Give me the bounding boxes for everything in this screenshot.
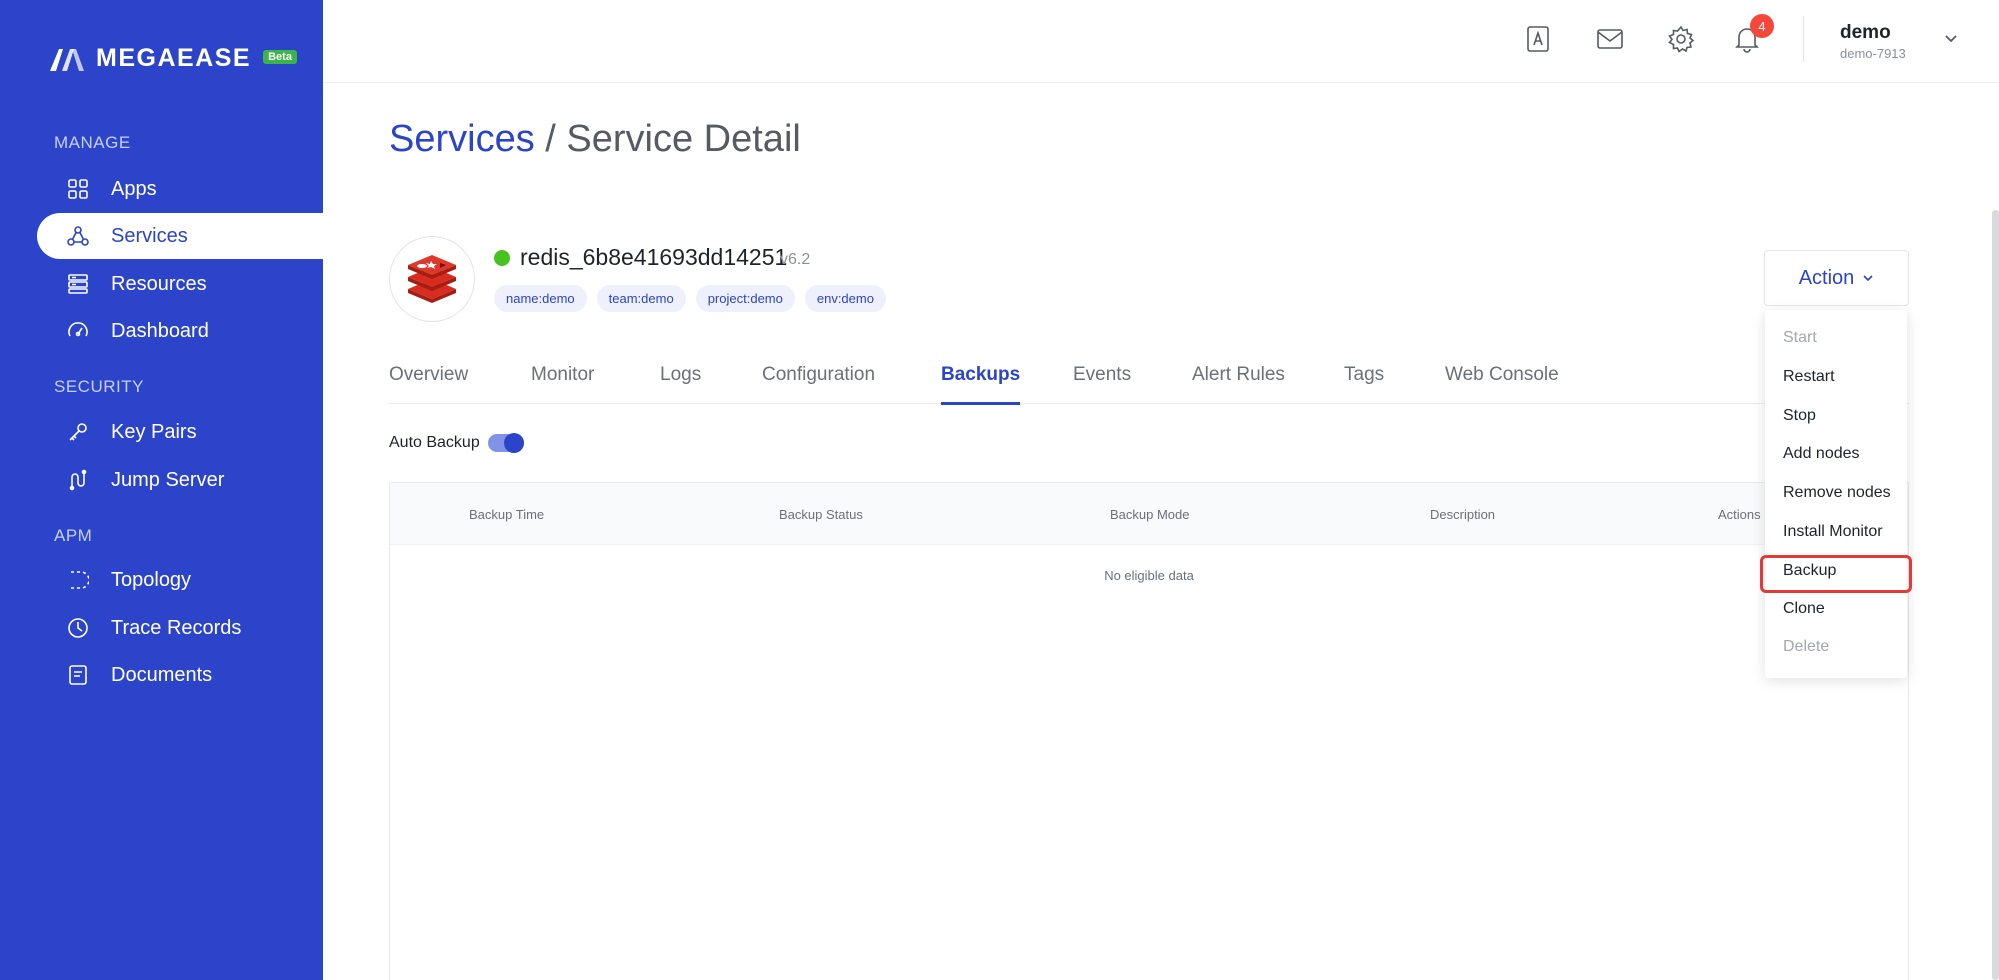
- jump-link-icon: [67, 469, 89, 491]
- tab-monitor[interactable]: Monitor: [531, 364, 594, 404]
- auto-backup-label: Auto Backup: [389, 434, 480, 451]
- service-tag: name:demo: [494, 285, 587, 312]
- services-network-icon: [67, 225, 89, 247]
- beta-badge: Beta: [263, 49, 297, 64]
- empty-state-text: No eligible data: [1104, 568, 1194, 583]
- action-dropdown-button[interactable]: Action: [1764, 250, 1909, 306]
- auto-backup-toggle[interactable]: [488, 433, 524, 453]
- megaease-logo-icon: [50, 48, 84, 71]
- top-header: 4 demo demo-7913: [323, 0, 1999, 83]
- service-status-dot: [494, 250, 510, 266]
- server-stack-icon: [67, 273, 89, 295]
- notification-count-badge: 4: [1750, 14, 1774, 38]
- sidebar-item-label: Key Pairs: [111, 420, 197, 443]
- menu-item-delete: Delete: [1783, 638, 1830, 655]
- header-divider: [1803, 16, 1804, 62]
- document-icon: [67, 664, 89, 686]
- service-tag: team:demo: [596, 285, 686, 312]
- column-actions: Actions: [1718, 507, 1761, 522]
- docs-button[interactable]: [1521, 22, 1555, 56]
- service-version: v6.2: [780, 251, 811, 268]
- brand-name: MEGAEASE: [96, 44, 252, 72]
- chevron-down-icon: [1863, 275, 1873, 282]
- sidebar-item-label: Jump Server: [111, 468, 225, 491]
- sidebar-item-apps[interactable]: Apps: [37, 166, 323, 212]
- menu-item-restart[interactable]: Restart: [1783, 368, 1835, 386]
- document-a-icon: [1527, 26, 1549, 52]
- menu-item-clone[interactable]: Clone: [1783, 600, 1825, 618]
- column-description: Description: [1430, 507, 1496, 522]
- tab-web-console[interactable]: Web Console: [1445, 364, 1559, 404]
- apps-grid-icon: [67, 178, 89, 200]
- notifications-button[interactable]: 4: [1730, 14, 1774, 56]
- tab-configuration[interactable]: Configuration: [762, 364, 875, 404]
- user-menu[interactable]: demo demo-7913: [1840, 22, 1906, 61]
- column-backup-mode: Backup Mode: [1110, 507, 1190, 522]
- tab-backups[interactable]: Backups: [941, 364, 1021, 405]
- brand-logo[interactable]: MEGAEASE Beta: [48, 44, 297, 73]
- key-icon: [67, 421, 89, 443]
- menu-item-add-nodes[interactable]: Add nodes: [1783, 445, 1860, 463]
- sidebar-item-key-pairs[interactable]: Key Pairs: [37, 409, 323, 455]
- sidebar-item-label: Topology: [111, 568, 192, 591]
- messages-button[interactable]: [1593, 22, 1627, 56]
- sidebar-item-label: Services: [111, 224, 188, 247]
- nav-section-manage: MANAGE: [54, 133, 131, 152]
- service-tags: name:demo team:demo project:demo env:dem…: [494, 285, 886, 312]
- sidebar-item-label: Dashboard: [111, 319, 209, 342]
- toggle-knob: [504, 433, 524, 453]
- tab-tags[interactable]: Tags: [1344, 364, 1384, 404]
- nav-section-apm: APM: [54, 526, 93, 545]
- sidebar-item-label: Trace Records: [111, 616, 242, 639]
- topology-icon: [67, 569, 89, 591]
- action-button-label: Action: [1798, 266, 1855, 289]
- chevron-down-icon[interactable]: [1943, 30, 1959, 46]
- sidebar-item-label: Apps: [111, 177, 157, 200]
- page-scrollbar[interactable]: [1992, 210, 1999, 980]
- breadcrumb-separator: /: [534, 118, 567, 160]
- tab-events[interactable]: Events: [1073, 364, 1131, 404]
- table-header: Backup Time Backup Status Backup Mode De…: [390, 483, 1908, 545]
- sidebar-item-label: Resources: [111, 272, 207, 295]
- menu-item-start: Start: [1783, 329, 1817, 346]
- service-tabs: Overview Monitor Logs Configuration Back…: [389, 364, 1909, 405]
- service-tag: project:demo: [695, 285, 795, 312]
- service-avatar: [389, 236, 475, 322]
- gauge-icon: [67, 320, 89, 342]
- redis-logo-icon: [408, 255, 456, 303]
- sidebar-item-label: Documents: [111, 663, 213, 686]
- breadcrumb-services-link[interactable]: Services: [389, 118, 535, 160]
- tab-alert-rules[interactable]: Alert Rules: [1192, 364, 1285, 404]
- user-id: demo-7913: [1840, 46, 1906, 61]
- page-title: Services / Service Detail: [389, 118, 801, 161]
- service-name: redis_6b8e41693dd14251: [520, 244, 788, 270]
- sidebar-item-resources[interactable]: Resources: [37, 261, 323, 307]
- backups-table: Backup Time Backup Status Backup Mode De…: [389, 482, 1909, 980]
- column-backup-time: Backup Time: [469, 507, 545, 522]
- sidebar-item-topology[interactable]: Topology: [37, 557, 323, 603]
- tab-overview[interactable]: Overview: [389, 364, 468, 404]
- menu-item-stop[interactable]: Stop: [1783, 407, 1816, 425]
- sidebar-item-dashboard[interactable]: Dashboard: [37, 308, 323, 354]
- gear-icon: [1668, 25, 1695, 53]
- breadcrumb-current: Service Detail: [566, 118, 801, 160]
- menu-item-backup[interactable]: Backup: [1783, 562, 1836, 580]
- sidebar-item-services[interactable]: Services: [37, 213, 323, 259]
- sidebar: MEGAEASE Beta MANAGE Apps Services Resou…: [0, 0, 323, 980]
- mail-icon: [1597, 29, 1623, 49]
- nav-section-security: SECURITY: [54, 377, 144, 396]
- clock-icon: [67, 617, 89, 639]
- action-menu: Start Restart Stop Add nodes Remove node…: [1765, 310, 1907, 678]
- sidebar-item-trace-records[interactable]: Trace Records: [37, 605, 323, 651]
- menu-item-install-monitor[interactable]: Install Monitor: [1783, 523, 1883, 541]
- column-backup-status: Backup Status: [779, 507, 863, 522]
- service-tag: env:demo: [804, 285, 886, 312]
- sidebar-item-documents[interactable]: Documents: [37, 652, 323, 698]
- user-name: demo: [1840, 22, 1891, 43]
- sidebar-item-jump-server[interactable]: Jump Server: [37, 457, 323, 503]
- tab-logs[interactable]: Logs: [660, 364, 701, 404]
- menu-item-remove-nodes[interactable]: Remove nodes: [1783, 484, 1891, 502]
- settings-button[interactable]: [1664, 22, 1698, 56]
